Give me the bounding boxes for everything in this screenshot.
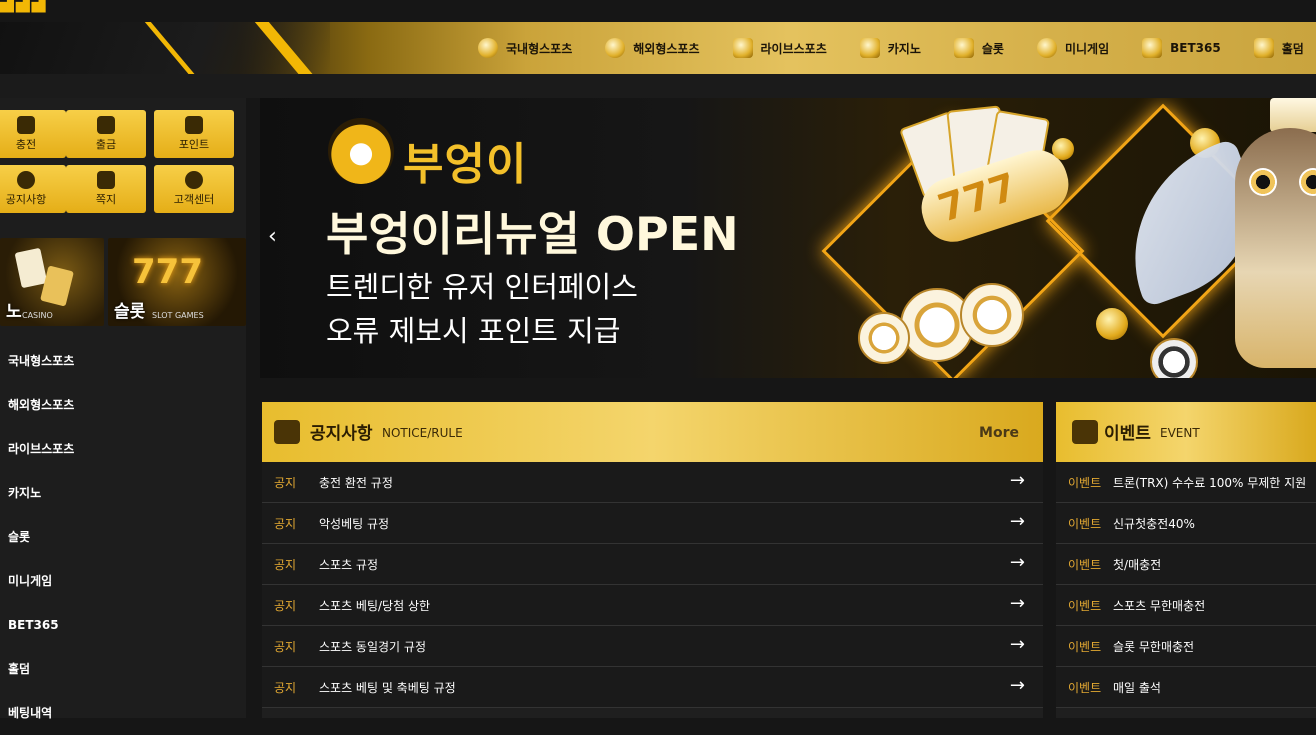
arrow-right-icon: → bbox=[1009, 511, 1025, 532]
nav-item-casino[interactable]: 카지노 bbox=[859, 38, 921, 58]
casino-thumbnail[interactable]: 노 CASINO bbox=[0, 238, 104, 326]
owl-logo-icon bbox=[328, 118, 394, 184]
live-tv-icon bbox=[732, 38, 753, 58]
side-menu: 국내형스포츠 해외형스포츠 라이브스포츠 카지노 슬롯 미니게임 BET365 … bbox=[0, 339, 246, 735]
hero-banner[interactable]: 777 ‹ 부엉이 부엉이리뉴얼 OPEN 트렌디한 유저 인터페이스 오류 제… bbox=[260, 98, 1316, 378]
banner-headline: 부엉이리뉴얼 OPEN bbox=[326, 207, 739, 261]
support-button[interactable]: 고객센터 bbox=[154, 165, 234, 213]
banner-line-2: 오류 제보시 포인트 지급 bbox=[326, 314, 621, 348]
info-icon bbox=[17, 171, 35, 189]
withdraw-button[interactable]: 출금 bbox=[66, 110, 146, 158]
withdraw-icon bbox=[97, 116, 115, 134]
notice-button[interactable]: 공지사항 bbox=[0, 165, 66, 213]
dice-icon bbox=[859, 38, 880, 58]
notice-row[interactable]: 공지 스포츠 베팅 및 축베팅 규정 → bbox=[262, 667, 1043, 708]
nav-item-slot[interactable]: 슬롯 bbox=[953, 38, 1004, 58]
top-strip: ▟▟▟ bbox=[0, 0, 1316, 22]
owl-mascot bbox=[1235, 128, 1316, 368]
nav-item-minigame[interactable]: 미니게임 bbox=[1036, 38, 1109, 58]
notice-panel-header: 공지사항 NOTICE/RULE More bbox=[262, 402, 1043, 462]
deposit-icon bbox=[17, 116, 35, 134]
side-menu-item[interactable]: 카지노 bbox=[0, 471, 246, 515]
message-button[interactable]: 쪽지 bbox=[66, 165, 146, 213]
mail-icon bbox=[97, 171, 115, 189]
notice-row[interactable]: 공지 스포츠 동일경기 규정 → bbox=[262, 626, 1043, 667]
notice-list: 공지 충전 환전 규정 → 공지 악성베팅 규정 → 공지 스포츠 규정 → 공지 스포츠 베… bbox=[262, 462, 1043, 708]
notice-title: 공지사항 bbox=[310, 424, 373, 444]
nav-item-live-sports[interactable]: 라이브스포츠 bbox=[732, 38, 827, 58]
arrow-right-icon: → bbox=[1009, 593, 1025, 614]
deposit-button[interactable]: 충전 bbox=[0, 110, 66, 158]
side-menu-item[interactable]: 국내형스포츠 bbox=[0, 339, 246, 383]
arrow-right-icon: → bbox=[1009, 634, 1025, 655]
site-logo[interactable]: ▟▟▟ bbox=[0, 0, 130, 13]
left-sidebar: 충전 출금 포인트 공지사항 쪽지 고객센터 노 CASINO 777 슬롯 S… bbox=[0, 98, 246, 720]
event-row[interactable]: 이벤트 스포츠 무한매충전 bbox=[1056, 585, 1316, 626]
side-menu-item[interactable]: 라이브스포츠 bbox=[0, 427, 246, 471]
notice-row[interactable]: 공지 충전 환전 규정 → bbox=[262, 462, 1043, 503]
event-row[interactable]: 이벤트 첫/매충전 bbox=[1056, 544, 1316, 585]
notice-more-link[interactable]: More bbox=[979, 425, 1019, 441]
bet365-icon bbox=[1142, 38, 1163, 58]
slot-thumbnail[interactable]: 777 슬롯 SLOT GAMES bbox=[108, 238, 246, 326]
side-menu-item[interactable]: 미니게임 bbox=[0, 559, 246, 603]
nav-item-bet365[interactable]: BET365 bbox=[1142, 38, 1221, 58]
event-row[interactable]: 이벤트 신규첫충전40% bbox=[1056, 503, 1316, 544]
side-menu-item[interactable]: 베팅내역 bbox=[0, 691, 246, 735]
point-button[interactable]: 포인트 bbox=[154, 110, 234, 158]
nav-item-domestic-sports[interactable]: 국내형스포츠 bbox=[478, 38, 572, 58]
event-list: 이벤트 트론(TRX) 수수료 100% 무제한 지원 이벤트 신규첫충전40% 이… bbox=[1056, 462, 1316, 708]
basketball-icon bbox=[605, 38, 626, 58]
soccer-ball-icon bbox=[478, 38, 498, 58]
notice-subtitle: NOTICE/RULE bbox=[382, 426, 463, 440]
event-row[interactable]: 이벤트 슬롯 무한매충전 bbox=[1056, 626, 1316, 667]
side-menu-item[interactable]: 슬롯 bbox=[0, 515, 246, 559]
arrow-right-icon: → bbox=[1009, 470, 1025, 491]
banner-prev-button[interactable]: ‹ bbox=[268, 224, 277, 249]
slot-machine-icon bbox=[953, 38, 974, 58]
side-menu-item[interactable]: 해외형스포츠 bbox=[0, 383, 246, 427]
notice-row[interactable]: 공지 스포츠 규정 → bbox=[262, 544, 1043, 585]
event-row[interactable]: 이벤트 매일 출석 bbox=[1056, 667, 1316, 708]
main-navbar: 국내형스포츠 해외형스포츠 라이브스포츠 카지노 슬롯 미니게임 BET365 … bbox=[0, 22, 1316, 74]
notice-row[interactable]: 공지 스포츠 베팅/당첨 상한 → bbox=[262, 585, 1043, 626]
nav-items: 국내형스포츠 해외형스포츠 라이브스포츠 카지노 슬롯 미니게임 BET365 … bbox=[478, 22, 1316, 74]
megaphone-icon bbox=[274, 420, 300, 444]
event-panel-header: 이벤트 EVENT bbox=[1056, 402, 1316, 462]
navbar-decoration bbox=[0, 22, 330, 74]
nav-item-holdem[interactable]: 홀덤 bbox=[1253, 38, 1304, 58]
notice-panel: 공지사항 NOTICE/RULE More 공지 충전 환전 규정 → 공지 악성베팅… bbox=[262, 402, 1043, 718]
navbar-shadow-band bbox=[0, 74, 1316, 98]
coin-icon bbox=[1036, 38, 1057, 58]
arrow-right-icon: → bbox=[1009, 552, 1025, 573]
banner-brand: 부엉이 bbox=[403, 139, 528, 190]
event-subtitle: EVENT bbox=[1160, 426, 1200, 440]
mascot-hat bbox=[1270, 98, 1316, 132]
nav-item-overseas-sports[interactable]: 해외형스포츠 bbox=[605, 38, 700, 58]
arrow-right-icon: → bbox=[1009, 675, 1025, 696]
banner-line-1: 트렌디한 유저 인터페이스 bbox=[326, 270, 638, 304]
support-chat-icon bbox=[185, 171, 203, 189]
side-menu-item[interactable]: 홀덤 bbox=[0, 647, 246, 691]
event-row[interactable]: 이벤트 트론(TRX) 수수료 100% 무제한 지원 bbox=[1056, 462, 1316, 503]
event-title: 이벤트 bbox=[1104, 424, 1151, 444]
cards-icon bbox=[1253, 38, 1274, 58]
notice-row[interactable]: 공지 악성베팅 규정 → bbox=[262, 503, 1043, 544]
event-panel: 이벤트 EVENT 이벤트 트론(TRX) 수수료 100% 무제한 지원 이벤트… bbox=[1056, 402, 1316, 718]
point-transfer-icon bbox=[185, 116, 203, 134]
calendar-icon bbox=[1072, 420, 1098, 444]
side-menu-item[interactable]: BET365 bbox=[0, 603, 246, 647]
